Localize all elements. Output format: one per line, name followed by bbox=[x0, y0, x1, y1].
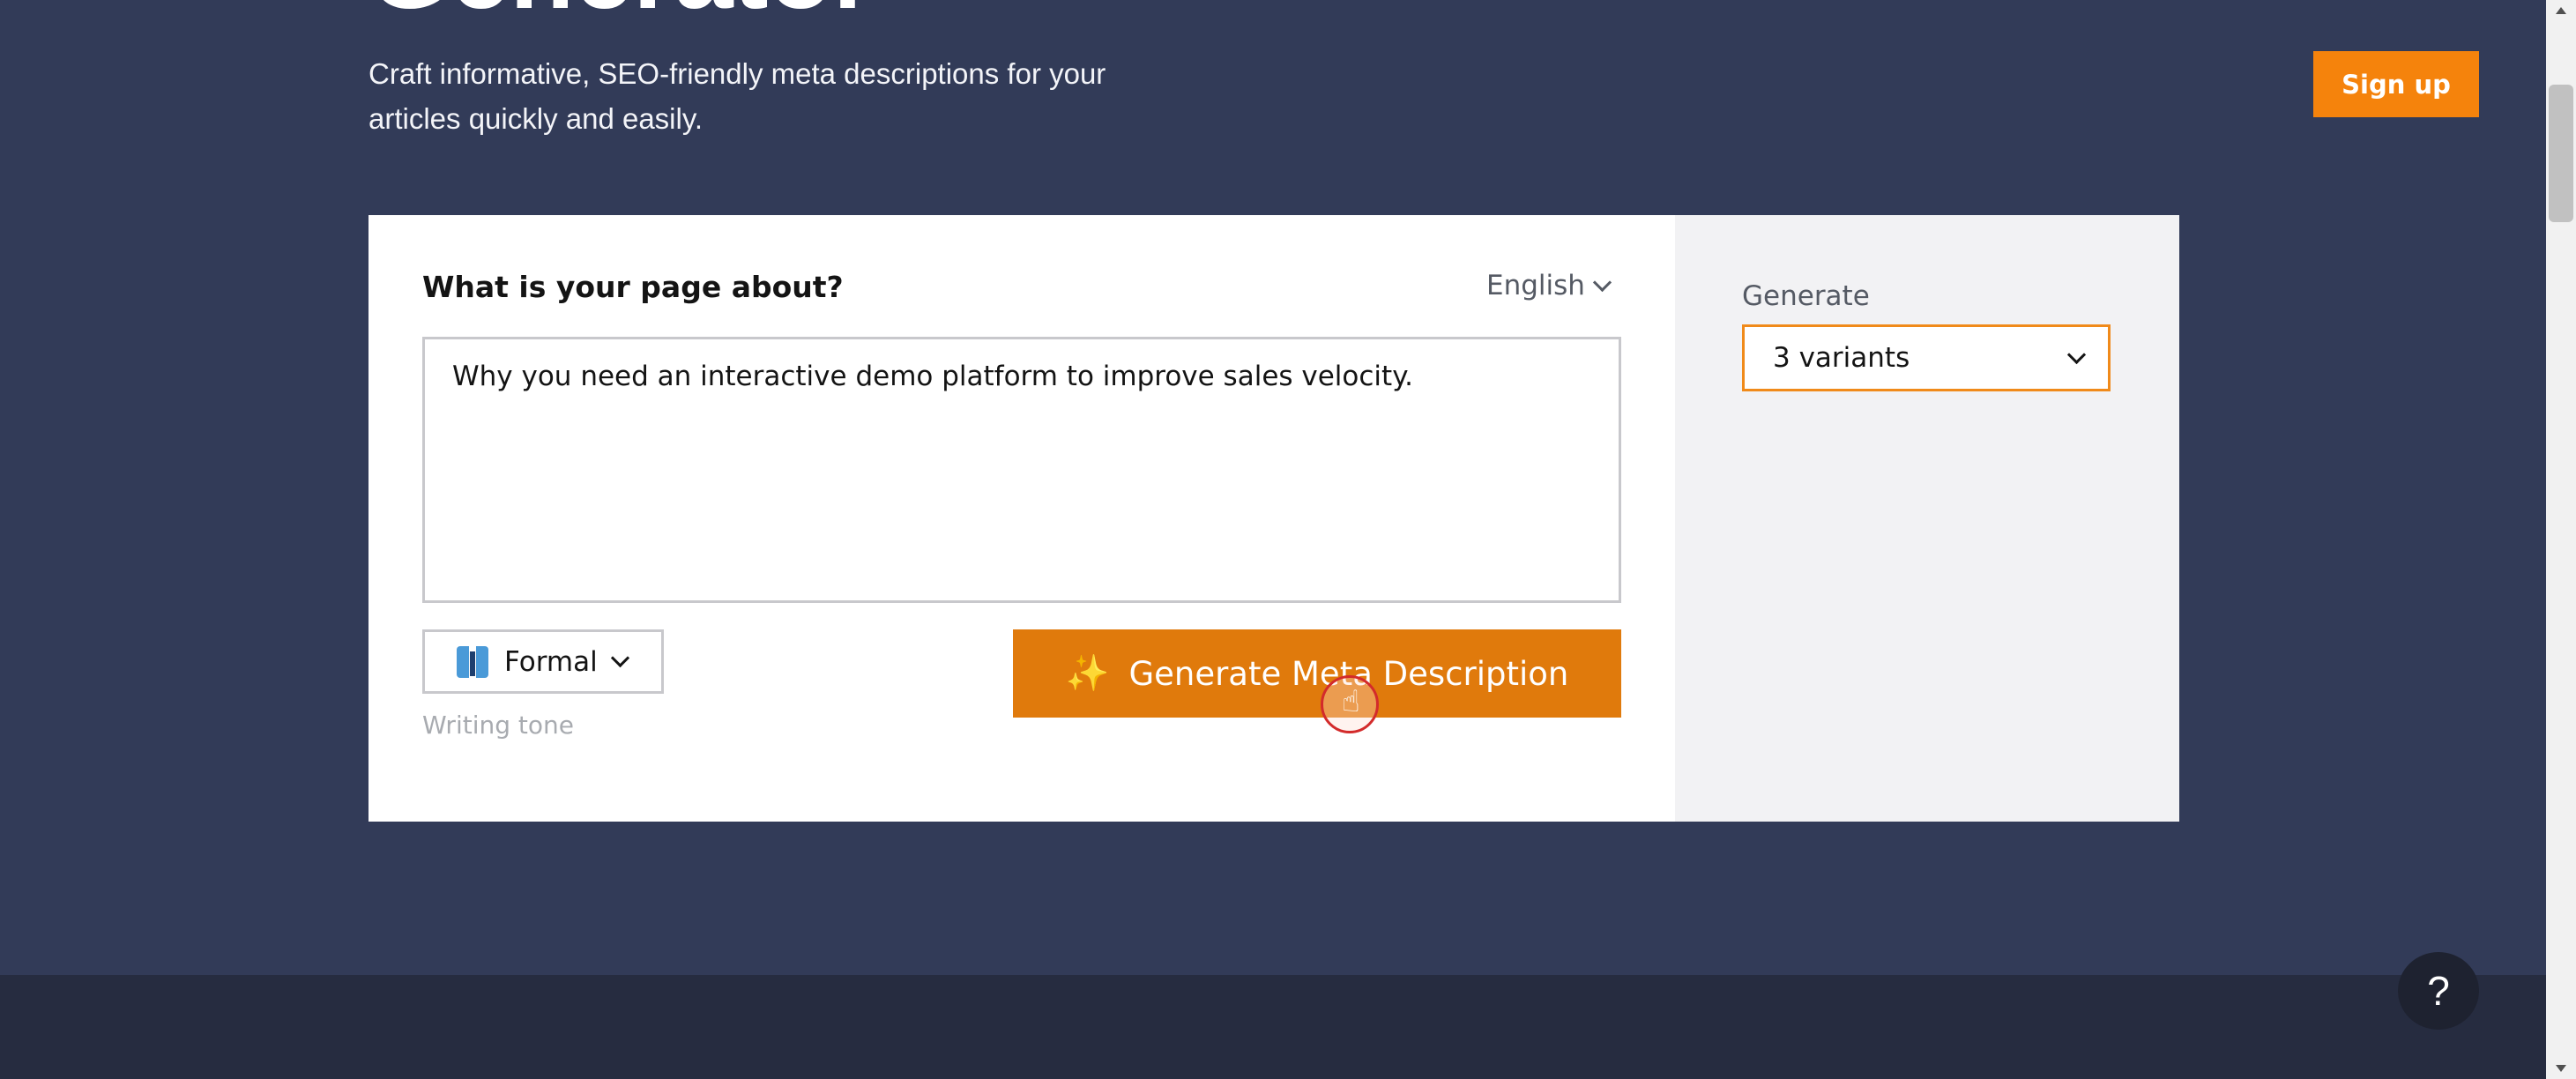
page-subtitle: Craft informative, SEO-friendly meta des… bbox=[369, 57, 1106, 135]
chevron-down-icon bbox=[2066, 345, 2087, 364]
hand-cursor-icon: ☝ bbox=[1342, 684, 1360, 719]
page-title: Generator bbox=[369, 0, 875, 25]
help-button[interactable]: ? bbox=[2398, 952, 2479, 1030]
sparkle-icon: ✨ bbox=[1065, 653, 1110, 694]
necktie-icon bbox=[457, 645, 488, 678]
signup-button[interactable]: Sign up bbox=[2313, 51, 2479, 117]
scroll-down-arrow-icon[interactable] bbox=[2556, 1065, 2566, 1072]
variants-value: 3 variants bbox=[1773, 342, 1910, 374]
topic-textarea[interactable]: Why you need an interactive demo platfor… bbox=[422, 337, 1621, 603]
generator-card: What is your page about? English Why you… bbox=[369, 215, 2179, 822]
variants-select[interactable]: 3 variants bbox=[1742, 324, 2111, 391]
generate-meta-description-button[interactable]: ✨ Generate Meta Description bbox=[1013, 629, 1621, 718]
generate-count-label: Generate bbox=[1742, 280, 1870, 312]
language-select[interactable]: English bbox=[1486, 270, 1612, 301]
footer-band bbox=[0, 975, 2546, 1079]
chevron-down-icon bbox=[1592, 272, 1612, 292]
tone-value: Formal bbox=[504, 645, 598, 678]
language-value: English bbox=[1486, 270, 1585, 301]
chevron-down-icon bbox=[610, 648, 629, 668]
scroll-up-arrow-icon[interactable] bbox=[2556, 7, 2566, 14]
topic-question-label: What is your page about? bbox=[422, 270, 844, 304]
scrollbar-thumb[interactable] bbox=[2549, 85, 2573, 222]
writing-tone-caption: Writing tone bbox=[422, 711, 574, 740]
writing-tone-select[interactable]: Formal bbox=[422, 629, 664, 694]
page-scrollbar[interactable] bbox=[2546, 0, 2576, 1079]
